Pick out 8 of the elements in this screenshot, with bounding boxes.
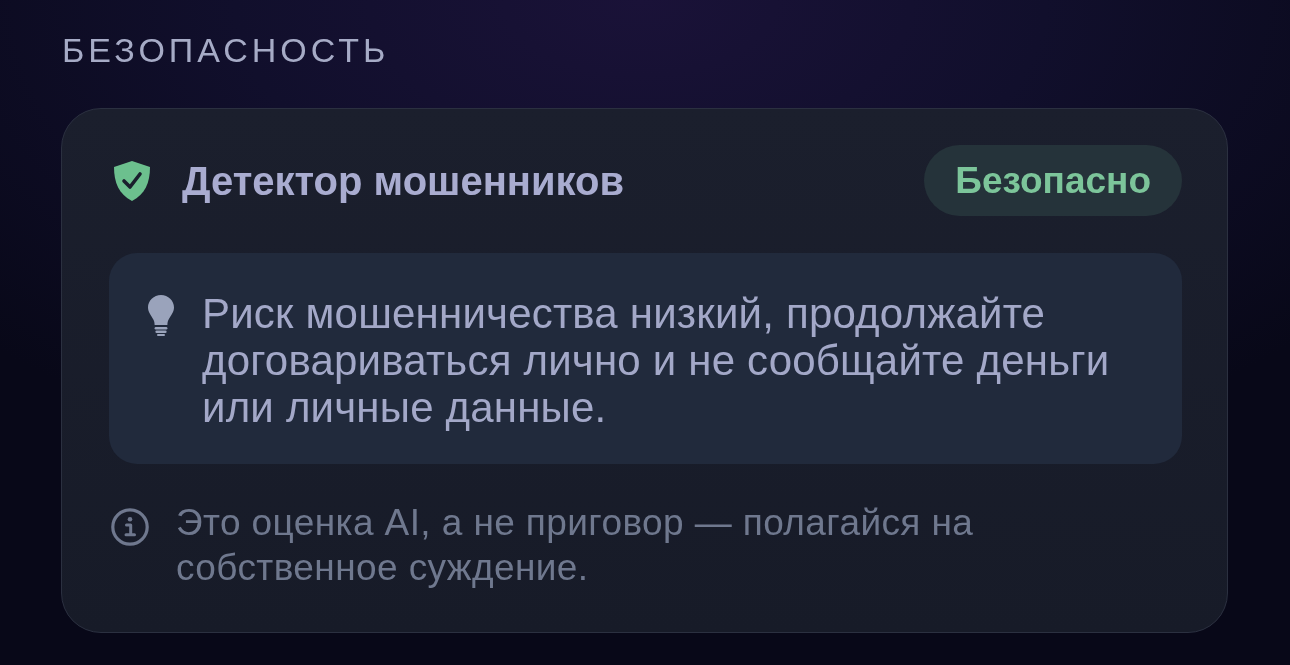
disclaimer-text: Это оценка AI, а не приговор — полагайся на собственное суждение. — [176, 501, 975, 590]
info-icon — [111, 508, 149, 546]
tip-text: Риск мошенничества низкий, продолжайте договариваться лично и не сообщайте деньги или личные данные. — [202, 290, 1111, 431]
section-title: БЕЗОПАСНОСТЬ — [62, 30, 390, 70]
lightbulb-icon — [148, 295, 174, 336]
card-title: Детектор мошенников — [182, 157, 625, 205]
status-badge: Безопасно — [924, 145, 1182, 216]
shield-check-icon — [113, 160, 151, 201]
